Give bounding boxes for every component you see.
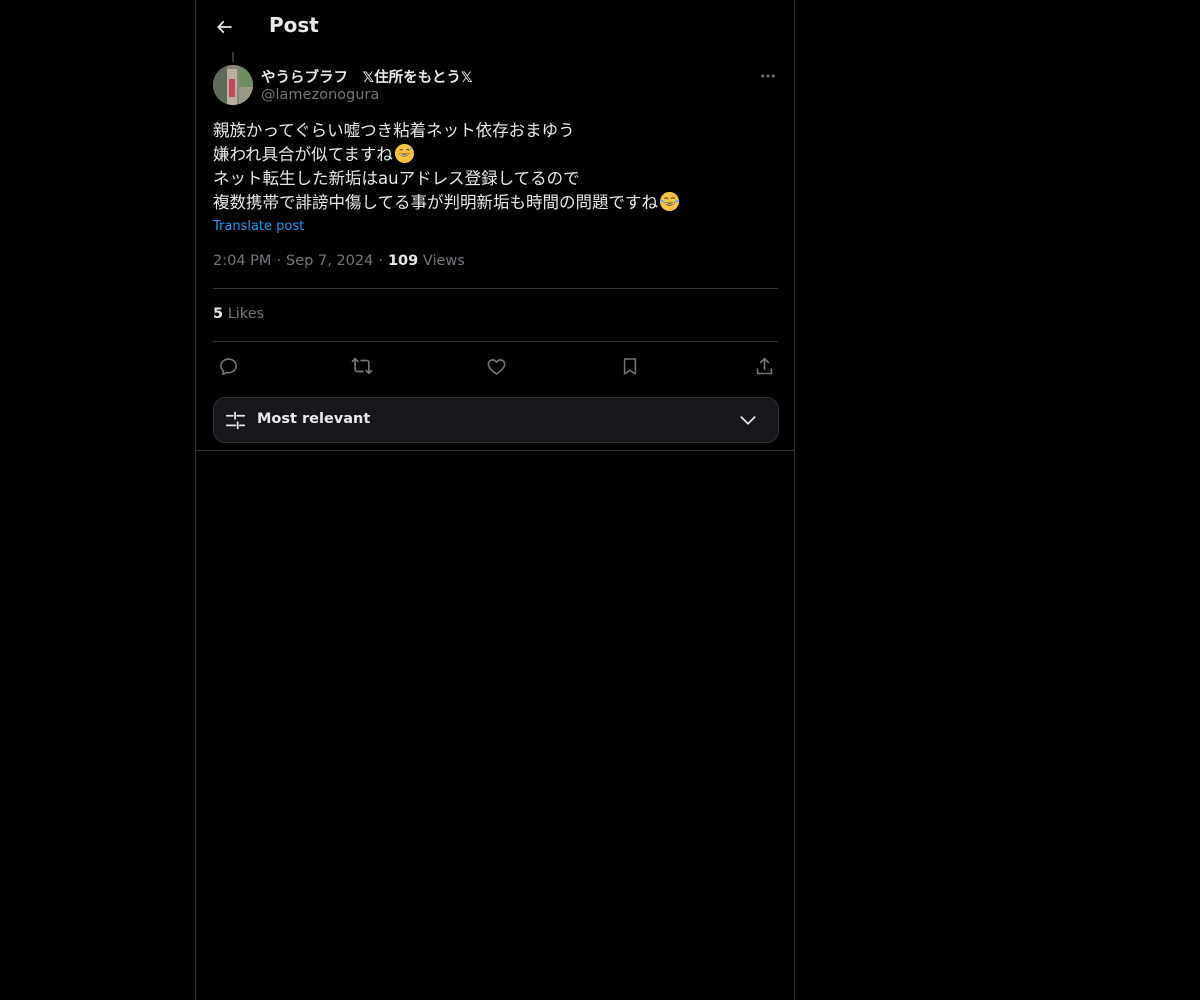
post-line: 複数携帯で誹謗中傷してる事が判明新垢も時間の問題ですね bbox=[213, 191, 773, 215]
reply-button[interactable] bbox=[214, 352, 242, 380]
meta-separator: · bbox=[378, 253, 383, 269]
post-line: ネット転生した新垢はauアドレス登録してるので bbox=[213, 169, 580, 188]
like-button[interactable] bbox=[482, 352, 510, 380]
sort-replies-dropdown[interactable]: Most relevant bbox=[213, 397, 779, 443]
like-icon bbox=[487, 358, 505, 375]
bookmark-icon bbox=[623, 357, 637, 375]
avatar[interactable] bbox=[213, 65, 253, 105]
meta-separator: · bbox=[276, 253, 282, 269]
bookmark-button[interactable] bbox=[616, 352, 644, 380]
share-icon bbox=[756, 357, 772, 374]
post-date[interactable]: Sep 7, 2024 bbox=[286, 253, 373, 269]
reply-icon bbox=[219, 357, 237, 375]
divider bbox=[213, 288, 778, 289]
back-button[interactable] bbox=[206, 9, 242, 45]
tears-of-joy-emoji-icon bbox=[659, 191, 680, 212]
chevron-down-icon bbox=[740, 416, 756, 425]
likes-link[interactable]: 5 Likes bbox=[213, 306, 264, 322]
thread-connector-line bbox=[232, 52, 234, 62]
post-metadata: 2:04 PM · Sep 7, 2024 · 109 Views bbox=[213, 253, 465, 269]
views-count: 109 bbox=[387, 253, 419, 269]
grinning-sweat-emoji-icon bbox=[394, 143, 414, 164]
main-column: Post やうらブラフ 𝕏住所をもとう𝕏 @lamezonogura 親族かって… bbox=[195, 0, 795, 1000]
views-label: Views bbox=[422, 253, 465, 269]
more-dots-icon bbox=[761, 74, 775, 78]
more-options-button[interactable] bbox=[754, 64, 782, 88]
sort-label: Most relevant bbox=[257, 411, 371, 427]
author-handle[interactable]: @lamezonogura bbox=[261, 87, 379, 103]
back-arrow-icon bbox=[216, 20, 232, 34]
post-text: 親族かってぐらい嘘つき粘着ネット依存おまゆう 嫌われ具合が似てますね ネット転生… bbox=[213, 119, 773, 215]
author-display-name[interactable]: やうらブラフ 𝕏住所をもとう𝕏 bbox=[261, 66, 473, 87]
share-button[interactable] bbox=[750, 352, 778, 380]
page-title: Post bbox=[269, 13, 319, 37]
divider bbox=[213, 341, 778, 342]
post-time[interactable]: 2:04 PM bbox=[213, 253, 271, 269]
avatar-image bbox=[213, 65, 253, 105]
repost-button[interactable] bbox=[348, 352, 376, 380]
repost-icon bbox=[351, 357, 373, 375]
section-bottom-border bbox=[196, 450, 794, 451]
sliders-icon bbox=[225, 411, 246, 430]
likes-label: Likes bbox=[227, 306, 265, 322]
post-line: 嫌われ具合が似てますね bbox=[213, 143, 773, 167]
likes-count: 5 bbox=[213, 306, 224, 322]
translate-post-link[interactable]: Translate post bbox=[213, 219, 304, 234]
post-line: 親族かってぐらい嘘つき粘着ネット依存おまゆう bbox=[213, 121, 575, 140]
page-header: Post bbox=[196, 0, 794, 53]
